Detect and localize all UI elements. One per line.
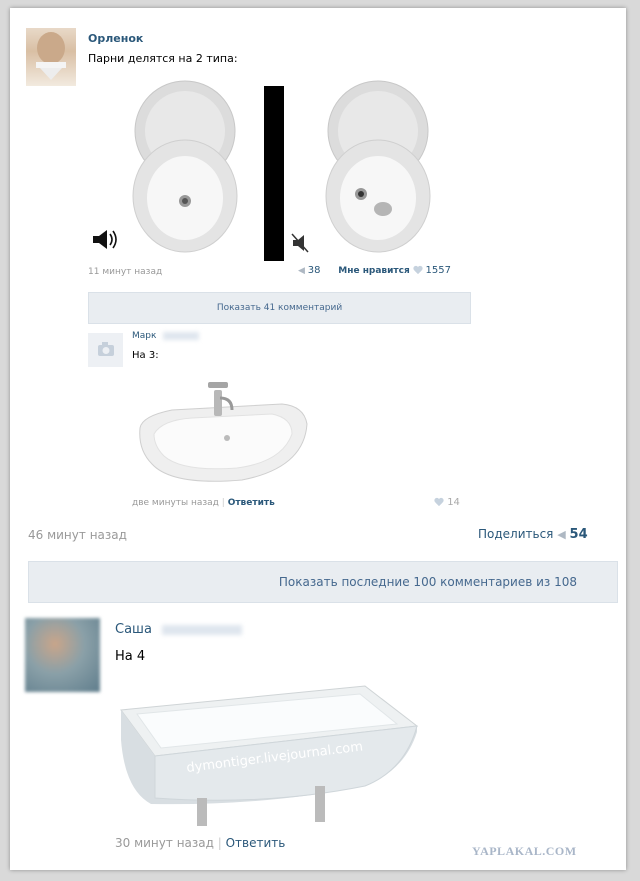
marc-avatar[interactable] (88, 333, 123, 367)
post-time[interactable]: 11 минут назад (88, 267, 162, 277)
marc-reply-text: На 3: (132, 350, 159, 361)
share-label: Поделиться (478, 527, 554, 541)
marc-like-count: 14 (447, 497, 460, 508)
heart-icon (434, 498, 444, 507)
sasha-reply-text: На 4 (115, 649, 146, 664)
show-comments-bar[interactable]: Показать 41 комментарий (88, 292, 471, 324)
author-avatar[interactable] (26, 28, 76, 86)
sasha-reply-button[interactable]: Ответить (226, 836, 286, 850)
surname-blurred (162, 624, 243, 635)
black-divider (264, 86, 284, 264)
sink-image[interactable] (132, 376, 312, 486)
post-text: Парни делятся на 2 типа: (88, 52, 238, 65)
screenshot-sheet: Орленок Парни делятся на 2 типа: 11 мину… (10, 8, 626, 870)
post-actions: ◀ 38 Мне нравится 1557 (298, 265, 451, 276)
megaphone-icon[interactable]: ◀ (298, 266, 305, 276)
show-last-comments-label: Показать последние 100 комментариев из 1… (278, 575, 577, 589)
show-comments-label: Показать 41 комментарий (216, 303, 343, 313)
outer-post-time[interactable]: 46 минут назад (28, 528, 127, 542)
sasha-author-name[interactable]: Саша (115, 622, 243, 637)
like-count[interactable]: 1557 (426, 265, 451, 276)
marc-author-name[interactable]: Марк (132, 331, 200, 341)
site-watermark: YAPLAKAL.COM (472, 844, 577, 858)
speaker-muted-icon (291, 233, 309, 253)
camera-icon (98, 342, 114, 356)
heart-icon[interactable] (413, 266, 423, 275)
megaphone-icon: ◀ (557, 528, 566, 541)
marc-reply-button[interactable]: Ответить (228, 498, 275, 508)
share-count: 54 (569, 527, 588, 542)
repost-count[interactable]: 38 (308, 265, 321, 276)
post-author-name[interactable]: Орленок (88, 32, 143, 45)
sasha-reply-meta: 30 минут назад | Ответить (115, 836, 286, 850)
speaker-on-icon (93, 230, 117, 249)
sasha-reply-time[interactable]: 30 минут назад (115, 836, 214, 850)
share-group[interactable]: Поделиться ◀ 54 (478, 527, 588, 542)
surname-blurred (163, 331, 200, 340)
marc-like-group[interactable]: 14 (434, 497, 460, 508)
post-image[interactable] (88, 76, 468, 264)
marc-reply-meta: две минуты назад | Ответить (132, 498, 275, 508)
sasha-avatar[interactable] (25, 618, 100, 692)
toilet-right-image (325, 80, 431, 253)
show-last-comments-bar[interactable]: Показать последние 100 комментариев из 1… (28, 561, 618, 603)
toilet-left-image (132, 80, 238, 253)
like-label[interactable]: Мне нравится (338, 266, 409, 276)
marc-reply-time[interactable]: две минуты назад (132, 498, 219, 508)
bathtub-image[interactable]: dymontiger.livejournal.com (115, 680, 420, 830)
